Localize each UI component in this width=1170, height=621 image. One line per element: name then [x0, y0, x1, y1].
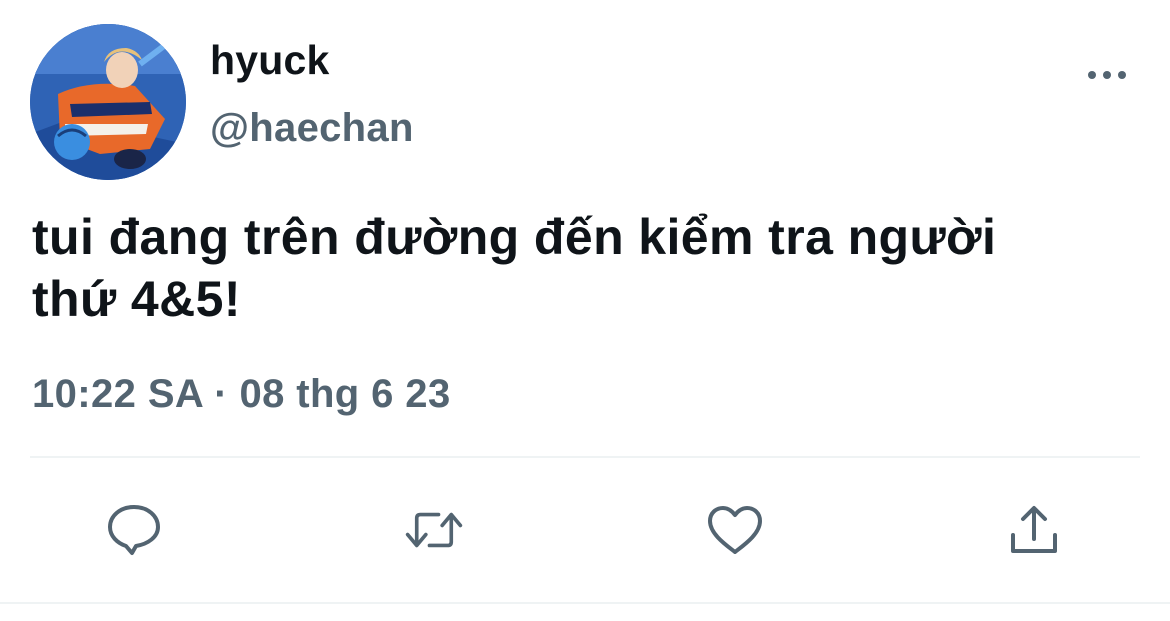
bottom-divider	[0, 602, 1170, 604]
more-horizontal-icon	[1088, 71, 1126, 79]
share-button[interactable]	[1004, 500, 1064, 560]
more-options-button[interactable]	[1084, 60, 1130, 90]
divider	[30, 456, 1140, 458]
user-handle[interactable]: @haechan	[210, 106, 414, 151]
heart-icon	[708, 506, 762, 554]
avatar[interactable]	[30, 24, 186, 180]
reply-button[interactable]	[104, 500, 164, 560]
avatar-image	[30, 24, 186, 180]
tweet-timestamp[interactable]: 10:22 SA · 08 thg 6 23	[32, 372, 451, 417]
retweet-button[interactable]	[404, 500, 464, 560]
display-name[interactable]: hyuck	[210, 37, 330, 84]
reply-bubble-icon	[108, 505, 160, 555]
like-button[interactable]	[705, 500, 765, 560]
tweet-text: tui đang trên đường đến kiểm tra người t…	[32, 209, 997, 327]
tweet-card: hyuck @haechan tui đang trên đường đến k…	[0, 0, 1170, 621]
retweet-arrows-icon	[405, 512, 463, 548]
share-upload-icon	[1011, 506, 1057, 553]
